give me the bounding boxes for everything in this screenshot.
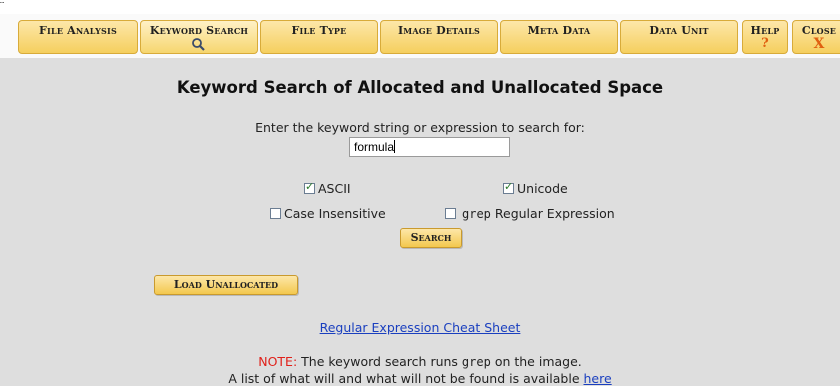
ascii-checkbox[interactable] xyxy=(304,180,315,194)
menu-image-details-label: Image Details xyxy=(397,24,481,37)
keyword-input[interactable]: formula xyxy=(349,137,510,157)
menu-file-analysis[interactable]: File Analysis xyxy=(18,20,138,54)
search-prompt: Enter the keyword string or expression t… xyxy=(255,120,585,135)
note-line-2: A list of what will and what will not be… xyxy=(0,371,840,386)
ascii-label: ASCII xyxy=(318,181,351,196)
note-grep-code: grep xyxy=(461,355,491,369)
window-top-strip: … xyxy=(0,0,840,14)
magnifier-icon xyxy=(141,37,257,51)
cheat-sheet-row: Regular Expression Cheat Sheet xyxy=(0,320,840,335)
menu-data-unit[interactable]: Data Unit xyxy=(620,20,738,54)
ascii-option[interactable]: ASCII xyxy=(304,180,351,196)
case-insensitive-label: Case Insensitive xyxy=(284,206,386,221)
note-here-link[interactable]: here xyxy=(584,371,612,386)
menu-bar: File Analysis Keyword Search File Type I… xyxy=(0,14,840,58)
menu-image-details[interactable]: Image Details xyxy=(380,20,498,54)
menu-meta-data-label: Meta Data xyxy=(527,24,591,37)
grep-regex-checkbox[interactable] xyxy=(445,208,456,219)
menu-file-type-label: File Type xyxy=(291,24,347,37)
unicode-checkbox[interactable] xyxy=(503,180,514,194)
case-insensitive-option[interactable]: Case Insensitive xyxy=(270,206,386,221)
note-text-after: on the image. xyxy=(494,354,582,369)
cheat-sheet-link[interactable]: Regular Expression Cheat Sheet xyxy=(320,320,521,335)
window-top-text: … xyxy=(0,0,5,5)
menu-keyword-search-label: Keyword Search xyxy=(149,24,249,37)
unicode-label: Unicode xyxy=(517,181,568,196)
menu-data-unit-label: Data Unit xyxy=(649,24,709,37)
close-icon: X xyxy=(813,36,825,52)
keyword-input-value: formula xyxy=(354,140,395,154)
question-icon: ? xyxy=(761,36,769,51)
menu-file-analysis-label: File Analysis xyxy=(39,24,117,37)
case-insensitive-checkbox[interactable] xyxy=(270,208,281,219)
note-text-before: The keyword search runs xyxy=(301,354,458,369)
menu-close[interactable]: Close X xyxy=(792,20,840,54)
text-caret xyxy=(394,140,396,153)
grep-code: grep xyxy=(462,207,491,221)
menu-help[interactable]: Help ? xyxy=(742,20,788,54)
grep-regex-option[interactable]: grep Regular Expression xyxy=(445,206,615,221)
page-title: Keyword Search of Allocated and Unalloca… xyxy=(176,78,664,97)
unicode-option[interactable]: Unicode xyxy=(503,180,568,196)
note-line: NOTE: The keyword search runs grep on th… xyxy=(0,354,840,369)
note-line2-text: A list of what will and what will not be… xyxy=(228,371,580,386)
search-button[interactable]: Search xyxy=(400,228,462,248)
note-prefix: NOTE: xyxy=(258,354,298,369)
load-unallocated-button[interactable]: Load Unallocated xyxy=(154,275,298,295)
menu-meta-data[interactable]: Meta Data xyxy=(500,20,618,54)
menu-keyword-search[interactable]: Keyword Search xyxy=(140,20,258,54)
grep-regex-label: Regular Expression xyxy=(494,206,615,221)
menu-file-type[interactable]: File Type xyxy=(260,20,378,54)
